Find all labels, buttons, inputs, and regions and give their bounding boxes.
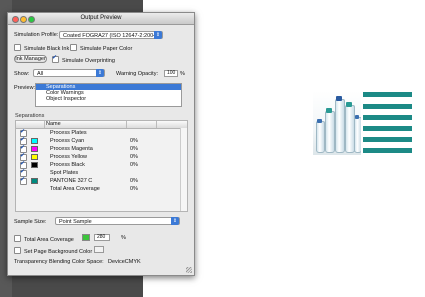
simulate-paper-color-option[interactable]: Simulate Paper Color	[70, 44, 132, 52]
page-background-color-swatch[interactable]	[94, 246, 104, 253]
magenta-swatch	[31, 146, 38, 152]
cyan-swatch	[31, 138, 38, 144]
preview-item-object-inspector[interactable]: Object Inspector	[36, 96, 181, 102]
simulate-paper-color-label: Simulate Paper Color	[80, 46, 133, 52]
simulation-profile-select[interactable]: Coated FOGRA27 (ISO 12647-2:2004) ⇕	[59, 31, 163, 39]
sample-size-value: Point Sample	[59, 219, 92, 225]
yellow-swatch	[31, 154, 38, 160]
minimize-icon[interactable]	[20, 16, 27, 23]
bottles-image[interactable]	[313, 91, 361, 155]
teal-stripe[interactable]	[363, 148, 412, 153]
simulate-black-ink-label: Simulate Black Ink	[24, 46, 70, 52]
pantone-swatch	[31, 178, 38, 184]
checkbox[interactable]	[14, 235, 21, 242]
set-page-background-option[interactable]: Set Page Background Color	[14, 247, 92, 255]
separations-group-label: Separations	[15, 113, 45, 119]
checkbox[interactable]	[14, 44, 21, 51]
teal-stripe[interactable]	[363, 92, 412, 97]
checkbox-checked[interactable]	[52, 54, 59, 63]
simulation-profile-label: Simulation Profile:	[14, 32, 59, 38]
chevron-updown-icon: ⇕	[96, 69, 104, 77]
zoom-icon[interactable]	[28, 16, 35, 23]
show-label: Show:	[14, 71, 30, 77]
preview-label: Preview:	[14, 85, 36, 91]
separation-row[interactable]: Spot Plates	[16, 168, 187, 177]
blending-value: DeviceCMYK	[108, 259, 141, 265]
simulate-black-ink-option[interactable]: Simulate Black Ink	[14, 44, 69, 52]
total-area-coverage-input[interactable]: 280	[94, 234, 110, 241]
set-page-background-label: Set Page Background Color	[24, 249, 93, 255]
blending-label: Transparency Blending Color Space:	[14, 259, 104, 265]
coverage-color-swatch[interactable]	[82, 234, 90, 241]
separation-row[interactable]: Process Black 0%	[16, 160, 187, 169]
window-title: Output Preview	[80, 15, 122, 21]
separation-row[interactable]: Process Plates	[16, 128, 187, 137]
total-area-coverage-unit: %	[121, 235, 126, 241]
separation-row[interactable]: Total Area Coverage 0%	[16, 185, 187, 193]
separations-scrollbar[interactable]	[180, 128, 187, 211]
separations-header: Name	[16, 121, 187, 129]
title-bar[interactable]: Output Preview	[8, 13, 194, 25]
preview-list[interactable]: Separations Color Warnings Object Inspec…	[35, 83, 182, 107]
ink-manager-button[interactable]: Ink Manager	[14, 55, 47, 63]
separation-row[interactable]: PANTONE 327 C 0%	[16, 176, 187, 185]
chevron-updown-icon: ⇕	[171, 217, 179, 225]
teal-stripe[interactable]	[363, 104, 412, 109]
sample-size-select[interactable]: Point Sample ⇕	[55, 217, 180, 225]
teal-stripe[interactable]	[363, 115, 412, 120]
show-value: All	[37, 71, 44, 77]
separation-row[interactable]: Process Cyan 0%	[16, 136, 187, 145]
simulate-overprinting-label: Simulate Overprinting	[62, 58, 115, 64]
warning-opacity-input[interactable]: 100	[164, 70, 178, 77]
separation-row[interactable]: Process Yellow 0%	[16, 152, 187, 161]
show-select[interactable]: All ⇕	[33, 69, 105, 77]
total-area-coverage-label: Total Area Coverage	[24, 237, 74, 243]
separation-row[interactable]: Process Magenta 0%	[16, 144, 187, 153]
black-swatch	[31, 162, 38, 168]
simulate-overprinting-option[interactable]: Simulate Overprinting	[52, 54, 115, 64]
teal-stripe[interactable]	[363, 137, 412, 142]
checkbox-checked[interactable]	[20, 176, 27, 185]
checkbox[interactable]	[14, 247, 21, 254]
sample-size-label: Sample Size:	[14, 219, 47, 225]
simulation-profile-value: Coated FOGRA27 (ISO 12647-2:2004)	[63, 33, 159, 39]
close-icon[interactable]	[12, 16, 19, 23]
resize-grip-icon[interactable]	[186, 267, 192, 273]
column-name-header: Name	[46, 121, 61, 127]
chevron-updown-icon: ⇕	[154, 31, 162, 39]
checkbox[interactable]	[70, 44, 77, 51]
warning-opacity-label: Warning Opacity:	[116, 71, 158, 77]
output-preview-panel: Output Preview Simulation Profile: Coate…	[7, 12, 195, 276]
total-area-coverage-option[interactable]: Total Area Coverage	[14, 235, 74, 243]
warning-opacity-unit: %	[180, 71, 185, 77]
teal-stripe[interactable]	[363, 126, 412, 131]
separations-table: Name Process Plates Process Cyan 0% Proc…	[15, 120, 188, 212]
